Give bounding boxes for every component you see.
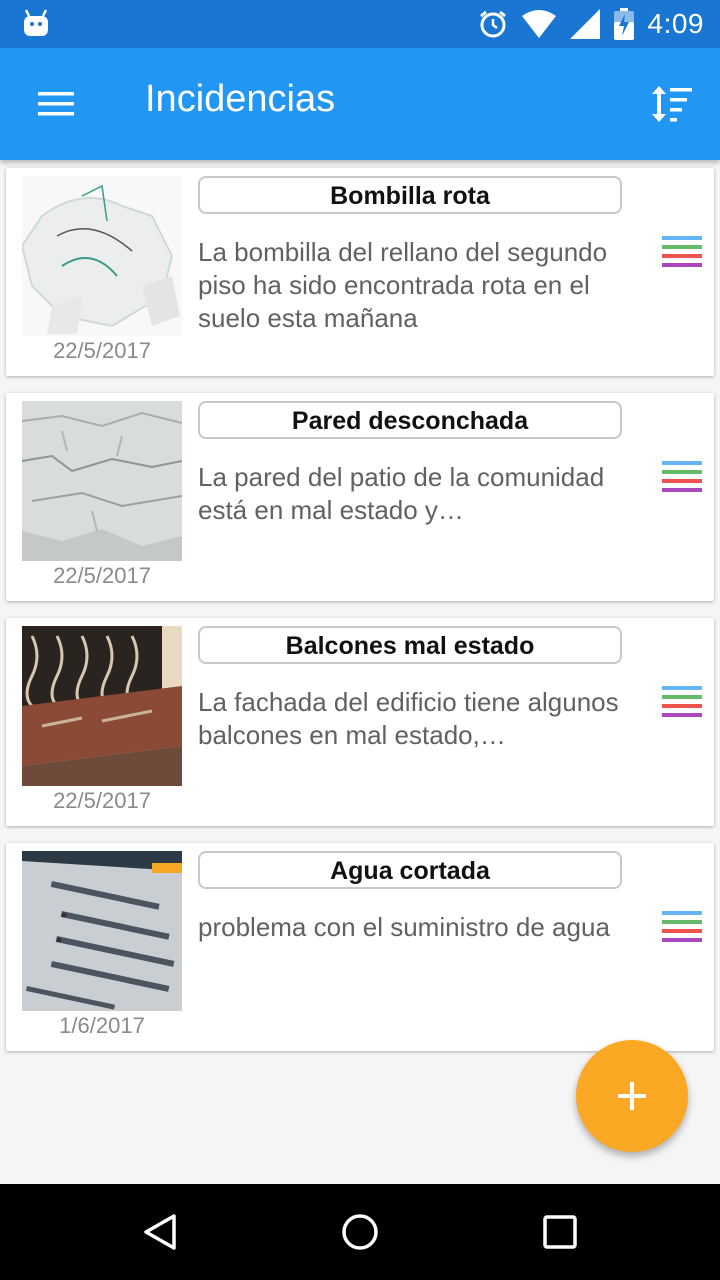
incident-title: Bombilla rota xyxy=(198,176,622,214)
incident-image xyxy=(22,401,182,561)
incident-description: La fachada del edificio tiene algunos ba… xyxy=(198,687,619,750)
incident-image xyxy=(22,851,182,1011)
incident-date: 1/6/2017 xyxy=(59,1013,145,1038)
incident-image xyxy=(22,626,182,786)
incident-date: 22/5/2017 xyxy=(53,563,151,588)
incident-card[interactable]: 1/6/2017 Agua cortada problema con el su… xyxy=(6,843,714,1051)
sort-icon[interactable] xyxy=(650,84,694,124)
tags-icon xyxy=(662,461,702,501)
incident-title: Balcones mal estado xyxy=(198,626,622,664)
add-icon xyxy=(618,1082,646,1110)
incident-date: 22/5/2017 xyxy=(53,338,151,363)
incident-card[interactable]: 22/5/2017 Pared desconchada La pared del… xyxy=(6,393,714,601)
wifi-icon xyxy=(521,10,556,38)
battery-charging-icon xyxy=(613,8,634,40)
add-incident-button[interactable] xyxy=(576,1040,688,1152)
incident-title: Pared desconchada xyxy=(198,401,622,439)
app-bar: Incidencias xyxy=(0,48,720,160)
hamburger-menu-icon[interactable] xyxy=(36,86,76,122)
incident-card[interactable]: 22/5/2017 Balcones mal estado La fachada… xyxy=(6,618,714,826)
status-bar: 4:09 xyxy=(0,0,720,48)
home-icon[interactable] xyxy=(340,1212,380,1252)
page-title: Incidencias xyxy=(145,78,336,120)
incident-title: Agua cortada xyxy=(198,851,622,889)
tags-icon xyxy=(662,686,702,726)
tags-icon xyxy=(662,911,702,951)
alarm-icon xyxy=(479,10,506,38)
back-icon[interactable] xyxy=(140,1212,180,1252)
incident-card[interactable]: 22/5/2017 Bombilla rota La bombilla del … xyxy=(6,168,714,376)
incident-date: 22/5/2017 xyxy=(53,788,151,813)
system-navigation-bar xyxy=(0,1184,720,1280)
incident-description: La pared del patio de la comunidad está … xyxy=(198,462,605,525)
cellular-signal-icon xyxy=(569,9,600,39)
android-debug-icon xyxy=(24,9,48,36)
recents-icon[interactable] xyxy=(540,1212,580,1252)
clock: 4:09 xyxy=(647,8,704,39)
incident-description: La bombilla del rellano del segundo piso… xyxy=(198,237,608,333)
tags-icon xyxy=(662,236,702,276)
incident-image xyxy=(22,176,182,336)
incident-description: problema con el suministro de agua xyxy=(198,912,610,942)
